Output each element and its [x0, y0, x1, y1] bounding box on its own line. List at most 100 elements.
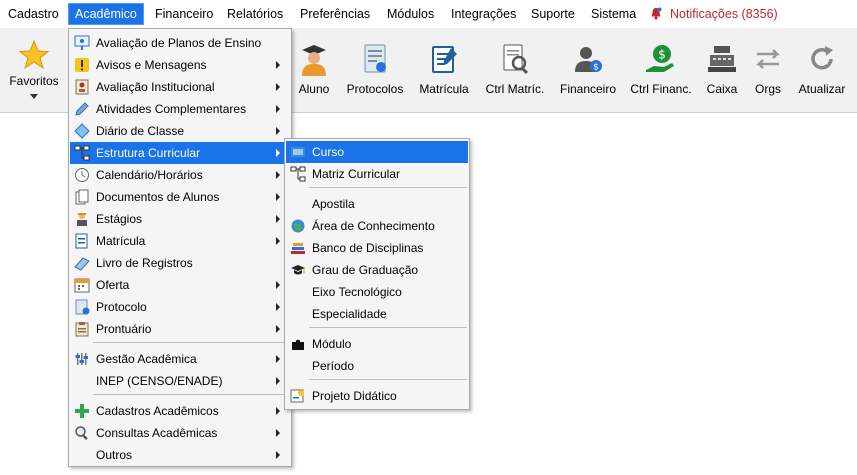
- toolbar-matricula[interactable]: Matrícula: [414, 28, 474, 112]
- star-icon: [18, 39, 50, 70]
- menu-item-estagios[interactable]: Estágios: [70, 208, 290, 230]
- menu-item-cadastros[interactable]: Cadastros Acadêmicos: [70, 400, 290, 422]
- menu-item-outros[interactable]: Outros: [70, 444, 290, 466]
- menu-item-calendario[interactable]: Calendário/Horários: [70, 164, 290, 186]
- refresh-icon: [811, 46, 833, 70]
- menu-academico[interactable]: Acadêmico: [68, 3, 144, 25]
- menu-modulos[interactable]: Módulos: [381, 4, 440, 24]
- menu-item-consultas[interactable]: Consultas Acadêmicas: [70, 422, 290, 444]
- toolbar-ctrl-financ-label: Ctrl Financ.: [630, 82, 692, 96]
- submenu-item-label: Eixo Tecnológico: [312, 285, 402, 299]
- student-icon: [302, 45, 326, 76]
- submenu-item-label: Área de Conhecimento: [312, 219, 435, 233]
- menu-item-avaliacao-planos[interactable]: Avaliação de Planos de Ensino: [70, 32, 290, 54]
- toolbar-financeiro[interactable]: $ Financeiro: [556, 28, 620, 112]
- menu-item-label: Avisos e Mensagens: [96, 58, 207, 72]
- menu-item-label: Avaliação Institucional: [96, 80, 215, 94]
- estrutura-curricular-submenu: Curso Matriz Curricular Apostila Área de…: [284, 138, 470, 410]
- submenu-item-apostila[interactable]: Apostila: [286, 193, 468, 215]
- project-icon: [290, 389, 304, 403]
- menu-item-estrutura-curricular[interactable]: Estrutura Curricular: [70, 142, 290, 164]
- menu-item-prontuario[interactable]: Prontuário: [70, 318, 290, 340]
- course-icon: [291, 147, 305, 157]
- menu-sistema[interactable]: Sistema: [585, 4, 642, 24]
- submenu-item-matriz[interactable]: Matriz Curricular: [286, 163, 468, 185]
- menu-item-atividades[interactable]: Atividades Complementares: [70, 98, 290, 120]
- menu-item-inep[interactable]: INEP (CENSO/ENADE): [70, 370, 290, 392]
- chevron-right-icon: [276, 355, 280, 363]
- menu-item-avisos[interactable]: Avisos e Mensagens: [70, 54, 290, 76]
- sliders-icon: [75, 353, 88, 365]
- toolbar-orgs[interactable]: Orgs: [749, 28, 787, 112]
- menu-item-label: Protocolo: [96, 300, 147, 314]
- toolbar-ctrl-matric[interactable]: Ctrl Matríc.: [480, 28, 550, 112]
- favorites-button[interactable]: Favoritos: [4, 28, 64, 112]
- menu-integracoes[interactable]: Integrações: [445, 4, 522, 24]
- chevron-right-icon: [276, 193, 280, 201]
- hierarchy-icon: [74, 145, 90, 161]
- menu-item-diario[interactable]: Diário de Classe: [70, 120, 290, 142]
- toolbar-ctrl-financ[interactable]: $ Ctrl Financ.: [626, 28, 696, 112]
- document-check-icon: [75, 299, 90, 315]
- menu-item-livro-registros[interactable]: Livro de Registros: [70, 252, 290, 274]
- menu-item-label: Oferta: [96, 278, 130, 292]
- submenu-item-grau[interactable]: Grau de Graduação: [286, 259, 468, 281]
- document-icon: [364, 44, 386, 73]
- toolbar-atualizar-label: Atualizar: [798, 82, 846, 96]
- menu-cadastro[interactable]: Cadastro: [2, 4, 65, 24]
- toolbar-aluno[interactable]: Aluno: [292, 28, 336, 112]
- menu-item-label: Outros: [96, 448, 133, 462]
- submenu-item-periodo[interactable]: Período: [286, 355, 468, 377]
- menu-financeiro[interactable]: Financeiro: [149, 4, 219, 24]
- form-icon: [75, 233, 88, 249]
- menu-item-label: INEP (CENSO/ENADE): [96, 374, 223, 388]
- submenu-item-modulo[interactable]: Módulo: [286, 333, 468, 355]
- submenu-separator: [309, 187, 467, 188]
- cash-register-icon: [708, 46, 736, 72]
- hierarchy-icon: [290, 166, 306, 182]
- menu-item-gestao[interactable]: Gestão Acadêmica: [70, 348, 290, 370]
- money-hand-icon: $: [646, 45, 674, 72]
- diamond-icon: [74, 123, 90, 139]
- menu-item-matricula[interactable]: Matrícula: [70, 230, 290, 252]
- submenu-separator: [309, 327, 467, 328]
- chevron-right-icon: [276, 407, 280, 415]
- submenu-item-banco[interactable]: Banco de Disciplinas: [286, 237, 468, 259]
- toolbar-caixa[interactable]: Caixa: [701, 28, 743, 112]
- chevron-down-icon[interactable]: [30, 94, 38, 99]
- submenu-item-label: Grau de Graduação: [312, 263, 419, 277]
- chevron-right-icon: [276, 61, 280, 69]
- person-icon: [75, 79, 89, 95]
- menu-item-protocolo[interactable]: Protocolo: [70, 296, 290, 318]
- menu-item-documentos[interactable]: Documentos de Alunos: [70, 186, 290, 208]
- warning-icon: [75, 58, 89, 72]
- favorites-label: Favoritos: [9, 74, 59, 88]
- menu-relatorios[interactable]: Relatórios: [221, 4, 289, 24]
- chevron-right-icon: [276, 149, 280, 157]
- menu-item-label: Cadastros Acadêmicos: [96, 404, 219, 418]
- menu-item-label: Consultas Acadêmicas: [96, 426, 218, 440]
- submenu-separator: [309, 379, 467, 380]
- toolbar-protocolos[interactable]: Protocolos: [342, 28, 408, 112]
- menu-suporte[interactable]: Suporte: [525, 4, 581, 24]
- chevron-right-icon: [276, 451, 280, 459]
- submenu-item-label: Apostila: [312, 197, 355, 211]
- submenu-item-label: Curso: [312, 145, 345, 159]
- chevron-right-icon: [276, 127, 280, 135]
- calendar-icon: [74, 278, 90, 293]
- notifications-link[interactable]: Notificações (8356): [664, 4, 784, 24]
- menu-item-label: Calendário/Horários: [96, 168, 203, 182]
- submenu-item-eixo[interactable]: Eixo Tecnológico: [286, 281, 468, 303]
- submenu-item-curso[interactable]: Curso: [286, 141, 468, 163]
- swap-arrows-icon: [755, 49, 781, 69]
- submenu-item-projeto[interactable]: Projeto Didático: [286, 385, 468, 407]
- menu-item-avaliacao-institucional[interactable]: Avaliação Institucional: [70, 76, 290, 98]
- clock-icon: [75, 168, 89, 182]
- menu-item-oferta[interactable]: Oferta: [70, 274, 290, 296]
- submenu-item-label: Especialidade: [312, 307, 387, 321]
- toolbar-atualizar[interactable]: Atualizar: [793, 28, 851, 112]
- menu-preferencias[interactable]: Preferências: [294, 4, 376, 24]
- submenu-item-area[interactable]: Área de Conhecimento: [286, 215, 468, 237]
- menu-item-label: Documentos de Alunos: [96, 190, 220, 204]
- submenu-item-especialidade[interactable]: Especialidade: [286, 303, 468, 325]
